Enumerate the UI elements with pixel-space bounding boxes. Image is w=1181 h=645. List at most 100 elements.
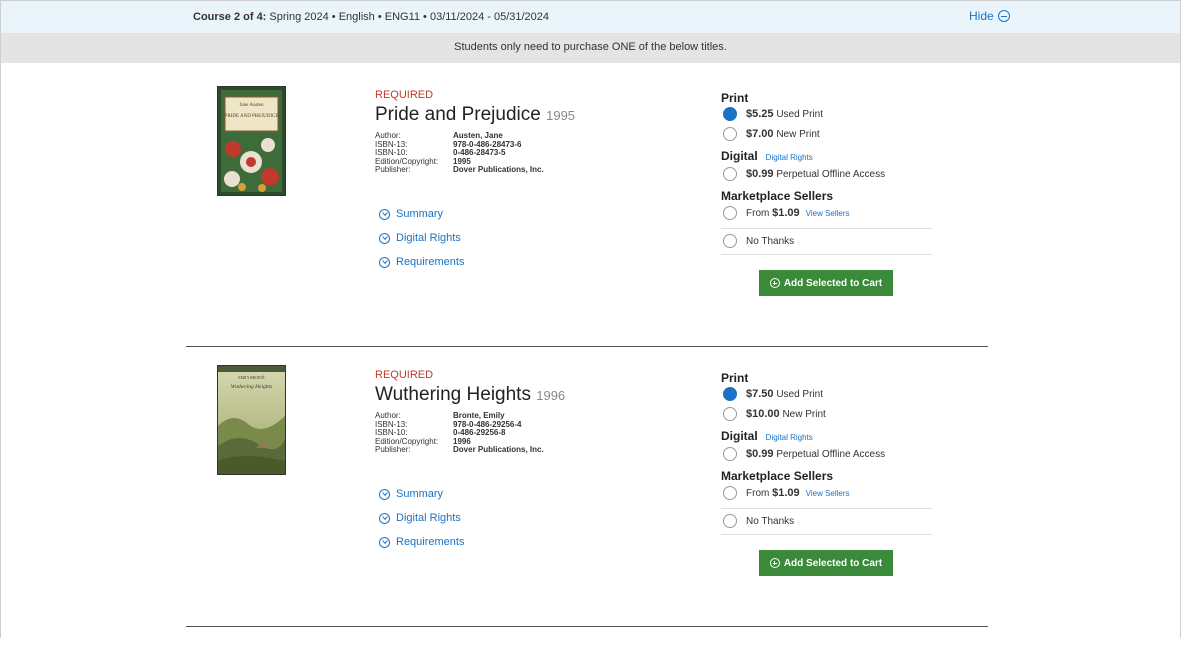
summary-toggle[interactable]: Summary [379, 488, 443, 500]
requirements-label: Requirements [396, 256, 465, 268]
publisher-value: Dover Publications, Inc. [453, 445, 544, 455]
digital-rights-label: Digital Rights [396, 512, 461, 524]
required-label: REQUIRED [375, 369, 434, 381]
book-item: EMILY BRONTË Wuthering Heights REQUIRED … [1, 365, 1181, 645]
no-thanks-radio[interactable] [723, 514, 737, 528]
market-price: $1.09 [772, 487, 800, 499]
new-label: New Print [776, 129, 820, 140]
collapse-icon [997, 10, 1010, 22]
book-year: 1995 [546, 108, 576, 123]
plus-circle-icon [769, 278, 780, 288]
digital-rights-toggle[interactable]: Digital Rights [379, 232, 461, 244]
summary-label: Summary [396, 488, 444, 500]
publisher-label: Publisher: [375, 445, 411, 455]
chevron-down-icon [379, 536, 390, 548]
cover-title-text: Wuthering Heights [231, 384, 272, 390]
no-thanks-label: No Thanks [746, 235, 795, 247]
hide-label: Hide [969, 9, 994, 23]
cover-title-text: PRIDE AND PREJUDICE [225, 114, 279, 119]
digital-radio[interactable] [723, 447, 737, 461]
digital-radio[interactable] [723, 167, 737, 181]
course-panel: Course 2 of 4: Spring 2024 • English • E… [0, 0, 1181, 638]
course-info: Course 2 of 4: Spring 2024 • English • E… [193, 11, 549, 23]
option-divider [721, 254, 932, 255]
digital-heading: Digital Digital Rights [721, 149, 813, 163]
chevron-down-icon [379, 208, 390, 220]
course-prefix: Course 2 of 4: [193, 11, 267, 23]
publisher-row: Publisher: Dover Publications, Inc. [375, 446, 635, 455]
book-year: 1996 [536, 388, 566, 403]
required-label: REQUIRED [375, 89, 434, 101]
marketplace-option[interactable]: From $1.09 View Sellers [723, 486, 850, 500]
book-title: Pride and Prejudice [375, 104, 541, 125]
new-print-radio[interactable] [723, 407, 737, 421]
option-divider [721, 228, 932, 229]
book-title: Wuthering Heights [375, 384, 531, 405]
book-divider [186, 626, 988, 627]
no-thanks-option[interactable]: No Thanks [723, 234, 794, 248]
cover-author-text: EMILY BRONTË [238, 375, 265, 380]
digital-price: $0.99 [746, 168, 774, 180]
requirements-toggle[interactable]: Requirements [379, 536, 464, 548]
publisher-label: Publisher: [375, 165, 411, 175]
book-cover-image: EMILY BRONTË Wuthering Heights [217, 365, 286, 475]
new-price: $10.00 [746, 408, 780, 420]
book-metadata: Author: Bronte, Emily ISBN-13: 978-0-486-2… [375, 411, 635, 455]
used-print-radio[interactable] [723, 107, 737, 121]
marketplace-radio[interactable] [723, 486, 737, 500]
isbn13-row: ISBN-13: 978-0-486-28473-6 [375, 140, 635, 150]
marketplace-option[interactable]: From $1.09 View Sellers [723, 206, 850, 220]
add-to-cart-label: Add Selected to Cart [783, 557, 883, 569]
digital-rights-link[interactable]: Digital Rights [766, 433, 813, 442]
market-price: $1.09 [772, 207, 800, 219]
no-thanks-label: No Thanks [746, 515, 795, 527]
hide-course-link[interactable]: Hide [969, 9, 1010, 23]
book-item: Jane Austen PRIDE AND PREJUDICE REQUIRED… [1, 85, 1181, 365]
requirements-label: Requirements [396, 536, 465, 548]
digital-rights-link[interactable]: Digital Rights [766, 153, 813, 162]
used-print-radio[interactable] [723, 387, 737, 401]
requirements-toggle[interactable]: Requirements [379, 256, 464, 268]
book-title-line: Pride and Prejudice 1995 [375, 104, 575, 126]
from-label: From [746, 488, 770, 499]
used-price: $7.50 [746, 388, 774, 400]
digital-option[interactable]: $0.99 Perpetual Offline Access [723, 167, 885, 181]
new-print-option[interactable]: $10.00 New Print [723, 407, 826, 421]
print-heading: Print [721, 91, 749, 105]
purchase-notice: Students only need to purchase ONE of th… [1, 34, 1180, 63]
add-to-cart-button[interactable]: Add Selected to Cart [759, 270, 893, 296]
course-header: Course 2 of 4: Spring 2024 • English • E… [1, 1, 1180, 34]
new-print-radio[interactable] [723, 127, 737, 141]
digital-label: Perpetual Offline Access [776, 169, 886, 180]
add-to-cart-button[interactable]: Add Selected to Cart [759, 550, 893, 576]
used-label: Used Print [776, 109, 823, 120]
chevron-down-icon [379, 232, 390, 244]
used-label: Used Print [776, 389, 823, 400]
view-sellers-link[interactable]: View Sellers [806, 489, 850, 498]
from-label: From [746, 208, 770, 219]
option-divider [721, 508, 932, 509]
option-divider [721, 534, 932, 535]
digital-option[interactable]: $0.99 Perpetual Offline Access [723, 447, 885, 461]
print-heading: Print [721, 371, 749, 385]
chevron-down-icon [379, 488, 390, 500]
publisher-row: Publisher: Dover Publications, Inc. [375, 166, 635, 175]
book-divider [186, 346, 988, 347]
digital-heading: Digital Digital Rights [721, 429, 813, 443]
no-thanks-radio[interactable] [723, 234, 737, 248]
digital-rights-toggle[interactable]: Digital Rights [379, 512, 461, 524]
marketplace-heading: Marketplace Sellers [721, 469, 834, 483]
digital-heading-label: Digital [721, 429, 758, 443]
view-sellers-link[interactable]: View Sellers [806, 209, 850, 218]
digital-rights-label: Digital Rights [396, 232, 461, 244]
book-metadata: Author: Austen, Jane ISBN-13: 978-0-486-28… [375, 131, 635, 175]
marketplace-radio[interactable] [723, 206, 737, 220]
cover-author-text: Jane Austen [239, 103, 264, 108]
course-details: Spring 2024 • English • ENG11 • 03/11/20… [266, 11, 550, 23]
new-print-option[interactable]: $7.00 New Print [723, 127, 820, 141]
used-print-option[interactable]: $5.25 Used Print [723, 107, 823, 121]
summary-toggle[interactable]: Summary [379, 208, 443, 220]
used-print-option[interactable]: $7.50 Used Print [723, 387, 823, 401]
digital-heading-label: Digital [721, 149, 758, 163]
no-thanks-option[interactable]: No Thanks [723, 514, 794, 528]
